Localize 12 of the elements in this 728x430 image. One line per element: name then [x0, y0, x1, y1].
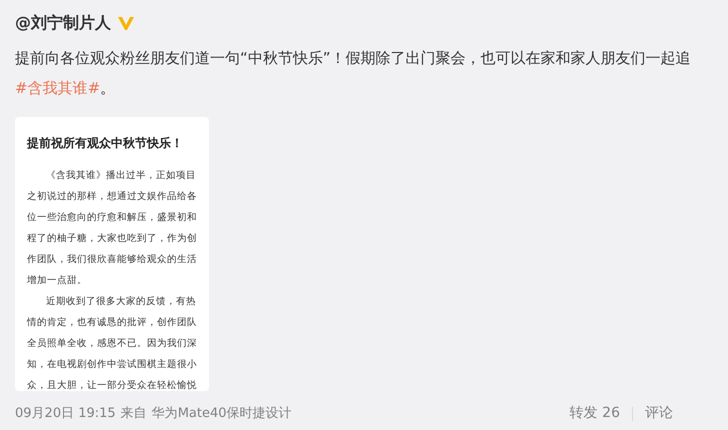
- card-paragraph: 近期收到了很多大家的反馈，有热情的肯定，也有诚恳的批评，创作团队全员照单全收，感恩不已。因为我们深知，在电视剧创作中尝试围棋主题很小众，且大胆，让一部分受众在轻松愉悦: [27, 295, 197, 391]
- topic-link[interactable]: #含我其谁#: [15, 79, 100, 97]
- card-title: 提前祝所有观众中秋节快乐！: [27, 135, 184, 152]
- post-text: 提前向各位观众粉丝朋友们道一句“中秋节快乐”！假期除了出门聚会，也可以在家和家人朋友们一起追 #含我其谁#。: [15, 48, 692, 99]
- author-name[interactable]: @刘宁制片人: [15, 11, 111, 35]
- action-button[interactable]: 转发 26: [570, 403, 620, 424]
- card-paragraph: 《含我其谁》播出过半，正如项目之初说过的那样，想通过文娱作品给各位一些治愈向的疗愈和解压，盛景初和程了的柚子糖，大家也吃到了，作为创作团队，我们很欣喜能够给观众的生活增加一点甜。: [27, 169, 197, 288]
- action-button[interactable]: 评论: [645, 403, 673, 424]
- source-link[interactable]: 华为Mate40保时捷设计: [152, 404, 292, 424]
- image-card[interactable]: 提前祝所有观众中秋节快乐！ 《含我其谁》播出过半，正如项目之初说过的那样，想通过文娱作品给各位一些治愈向的疗愈和解压，盛景初和程了的柚子糖，大家也吃到了，作为创作团队，我们很欣喜能够给观众的生活增加一点甜。 近期收到了很多大家的反馈，有热情的肯定，也有诚恳的批评，创作团队全员照单全收，感恩不已。因为我们深知，在电视剧创作中尝试围棋主题很小众，且大胆，让一部分受众在轻松愉悦: [15, 117, 209, 391]
- post-time[interactable]: 09月20日 19:15: [15, 404, 116, 424]
- source-label: 来自: [120, 404, 147, 423]
